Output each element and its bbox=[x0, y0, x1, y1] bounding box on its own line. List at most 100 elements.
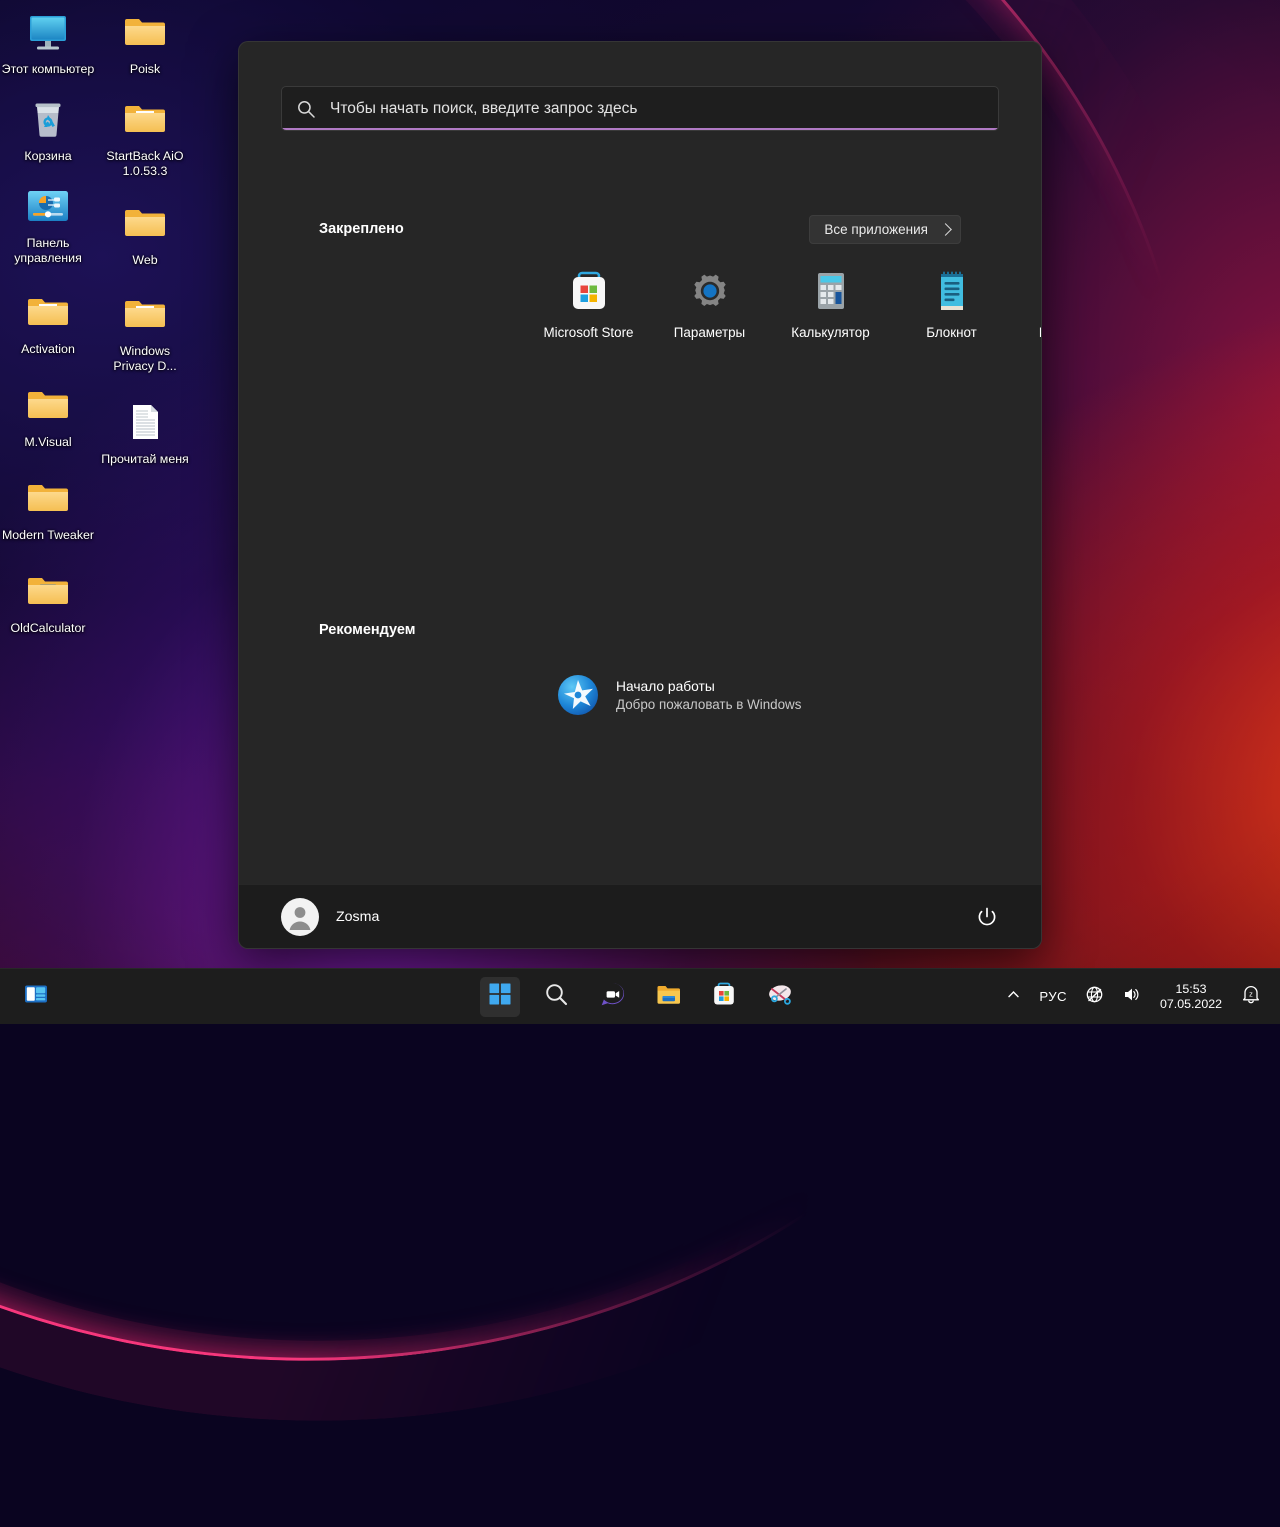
taskbar-start-button[interactable] bbox=[480, 977, 520, 1017]
taskbar-file-explorer-button[interactable] bbox=[648, 977, 688, 1017]
desktop-icon-label: Windows Privacy D... bbox=[98, 344, 192, 374]
calculator-icon bbox=[808, 268, 854, 314]
desktop-icon-recycle-bin[interactable]: Корзина bbox=[0, 95, 96, 164]
system-tray: РУС 15:53 bbox=[997, 978, 1270, 1015]
desktop-icon-label: Панель управления bbox=[1, 236, 95, 266]
desktop-icon-web[interactable]: Web bbox=[97, 199, 193, 268]
snipping-tool-icon bbox=[767, 981, 794, 1013]
folder-documents-icon bbox=[24, 288, 72, 336]
taskbar-left-group bbox=[16, 977, 56, 1017]
chevron-up-icon bbox=[1006, 987, 1021, 1007]
microsoft-store-icon bbox=[566, 268, 612, 314]
pinned-app-file-explorer[interactable]: Проводник bbox=[1012, 268, 1042, 340]
desktop-icon-column-1: Этот компьютер Корзина bbox=[0, 8, 96, 644]
user-account-button[interactable]: Zosma bbox=[281, 898, 379, 936]
user-avatar-icon bbox=[281, 898, 319, 936]
notepad-icon bbox=[929, 268, 975, 314]
taskbar-widgets-button[interactable] bbox=[16, 977, 56, 1017]
file-explorer-icon bbox=[655, 981, 682, 1013]
folder-shapes-icon bbox=[24, 474, 72, 522]
chevron-right-icon bbox=[939, 223, 952, 236]
tray-language-label: РУС bbox=[1039, 989, 1067, 1004]
desktop-icon-this-pc[interactable]: Этот компьютер bbox=[0, 8, 96, 77]
widgets-icon bbox=[23, 981, 49, 1012]
tray-time-label: 15:53 bbox=[1175, 982, 1206, 997]
recommended-item-title: Начало работы bbox=[616, 679, 801, 694]
recommended-section-heading: Рекомендуем bbox=[319, 622, 416, 638]
tray-notification-button[interactable]: z bbox=[1232, 978, 1270, 1015]
recommended-item-text: Начало работы Добро пожаловать в Windows bbox=[616, 679, 801, 712]
folder-visual-icon bbox=[24, 381, 72, 429]
desktop-icon-startback[interactable]: StartBack AiO 1.0.53.3 bbox=[97, 95, 193, 179]
pinned-app-label: Блокнот bbox=[926, 325, 977, 340]
pinned-app-microsoft-store[interactable]: Microsoft Store bbox=[528, 268, 649, 340]
tray-language-button[interactable]: РУС bbox=[1030, 983, 1076, 1010]
desktop-icon-label: Modern Tweaker bbox=[2, 528, 94, 543]
desktop-icon-column-2: Poisk StartBack AiO 1.0.53.3 bbox=[97, 8, 193, 475]
pinned-app-label: Калькулятор bbox=[791, 325, 869, 340]
desktop-icon-modern-tweaker[interactable]: Modern Tweaker bbox=[0, 474, 96, 543]
taskbar-microsoft-store-button[interactable] bbox=[704, 977, 744, 1017]
pinned-apps-grid: Microsoft Store Параметры bbox=[528, 268, 1042, 340]
globe-no-internet-icon bbox=[1085, 985, 1104, 1009]
desktop-icon-label: M.Visual bbox=[24, 435, 71, 450]
taskbar-center-group bbox=[480, 977, 800, 1017]
all-apps-label: Все приложения bbox=[824, 222, 928, 237]
desktop-icon-label: StartBack AiO 1.0.53.3 bbox=[98, 149, 192, 179]
search-icon bbox=[296, 99, 316, 119]
desktop-icon-readme[interactable]: Прочитай меня bbox=[97, 398, 193, 467]
do-not-disturb-bell-icon: z bbox=[1241, 984, 1261, 1009]
teams-chat-icon bbox=[599, 981, 626, 1013]
recycle-bin-icon bbox=[24, 95, 72, 143]
desktop-icon-poisk[interactable]: Poisk bbox=[97, 8, 193, 77]
monitor-icon bbox=[24, 8, 72, 56]
folder-search-icon bbox=[121, 8, 169, 56]
tray-overflow-button[interactable] bbox=[997, 981, 1030, 1013]
desktop-icon-label: Корзина bbox=[24, 149, 71, 164]
folder-web-icon bbox=[121, 199, 169, 247]
desktop-icon-label: Activation bbox=[21, 342, 75, 357]
get-started-icon bbox=[557, 674, 599, 716]
folder-documents-icon bbox=[121, 290, 169, 338]
search-icon bbox=[544, 982, 569, 1012]
tray-volume-button[interactable] bbox=[1113, 979, 1150, 1015]
desktop-icon-label: Этот компьютер bbox=[2, 62, 95, 77]
taskbar-snipping-tool-button[interactable] bbox=[760, 977, 800, 1017]
desktop-icon-activation[interactable]: Activation bbox=[0, 288, 96, 357]
recommended-item-subtitle: Добро пожаловать в Windows bbox=[616, 697, 801, 712]
pinned-app-notepad[interactable]: Блокнот bbox=[891, 268, 1012, 340]
desktop-icon-label: Web bbox=[132, 253, 157, 268]
desktop-icon-label: Прочитай меня bbox=[101, 452, 189, 467]
start-menu-panel[interactable]: Чтобы начать поиск, введите запрос здесь… bbox=[238, 41, 1042, 949]
text-file-icon bbox=[121, 398, 169, 446]
pinned-app-calculator[interactable]: Калькулятор bbox=[770, 268, 891, 340]
start-search-box[interactable]: Чтобы начать поиск, введите запрос здесь bbox=[281, 86, 999, 131]
taskbar-chat-button[interactable] bbox=[592, 977, 632, 1017]
taskbar[interactable]: РУС 15:53 bbox=[0, 968, 1280, 1024]
desktop-icon-mvisual[interactable]: M.Visual bbox=[0, 381, 96, 450]
desktop-icon-windows-privacy[interactable]: Windows Privacy D... bbox=[97, 290, 193, 374]
control-panel-icon bbox=[24, 182, 72, 230]
speaker-icon bbox=[1122, 985, 1141, 1009]
user-name-label: Zosma bbox=[336, 909, 379, 925]
desktop-icon-oldcalculator[interactable]: OldCalculator bbox=[0, 567, 96, 636]
taskbar-search-button[interactable] bbox=[536, 977, 576, 1017]
pinned-section-heading: Закреплено bbox=[319, 221, 404, 237]
recommended-item-get-started[interactable]: Начало работы Добро пожаловать в Windows bbox=[557, 674, 887, 716]
all-apps-button[interactable]: Все приложения bbox=[809, 215, 961, 244]
pinned-app-label: Проводник bbox=[1039, 325, 1042, 340]
settings-gear-icon bbox=[687, 268, 733, 314]
svg-text:z: z bbox=[1249, 990, 1253, 999]
folder-calculator-icon bbox=[24, 567, 72, 615]
tray-clock-button[interactable]: 15:53 07.05.2022 bbox=[1150, 982, 1232, 1012]
pinned-app-label: Microsoft Store bbox=[543, 325, 633, 340]
tray-network-button[interactable] bbox=[1076, 979, 1113, 1015]
desktop-icon-label: Poisk bbox=[130, 62, 160, 77]
folder-documents-icon bbox=[121, 95, 169, 143]
pinned-app-settings[interactable]: Параметры bbox=[649, 268, 770, 340]
desktop-icon-control-panel[interactable]: Панель управления bbox=[0, 182, 96, 266]
microsoft-store-icon bbox=[711, 981, 737, 1012]
power-icon[interactable] bbox=[975, 905, 999, 929]
pinned-app-label: Параметры bbox=[674, 325, 745, 340]
windows-start-icon bbox=[488, 982, 512, 1011]
